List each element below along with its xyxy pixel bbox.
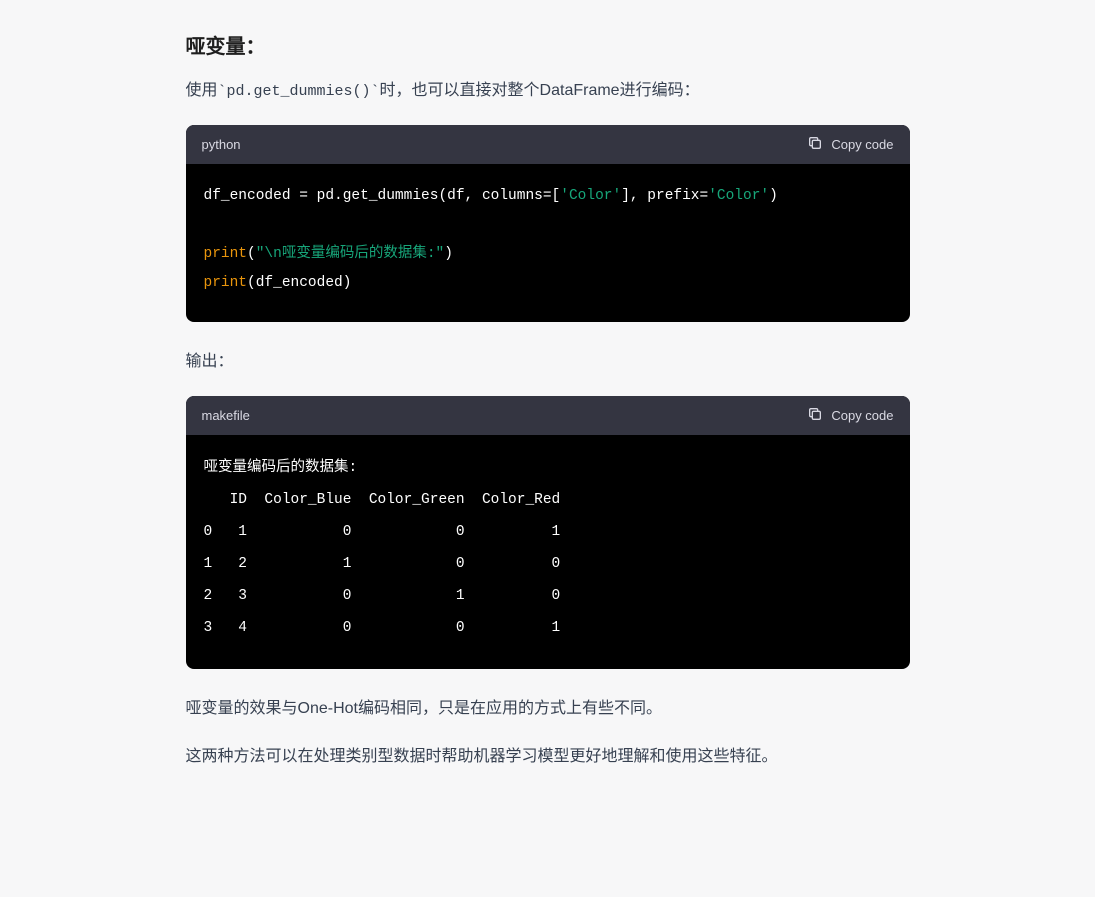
inline-code: `pd.get_dummies()`	[218, 83, 380, 100]
output-label: 输出：	[186, 348, 910, 376]
paragraph-3: 这两种方法可以在处理类别型数据时帮助机器学习模型更好地理解和使用这些特征。	[186, 743, 910, 771]
lang-label: makefile	[202, 408, 250, 423]
code-content: df_encoded = pd.get_dummies(df, columns=…	[186, 164, 910, 322]
lang-label: python	[202, 137, 241, 152]
intro-text-pre: 使用	[186, 82, 218, 99]
copy-code-label: Copy code	[831, 408, 893, 423]
intro-paragraph: 使用`pd.get_dummies()`时，也可以直接对整个DataFrame进…	[186, 77, 910, 105]
code-block-header: python Copy code	[186, 125, 910, 164]
code-block-output: makefile Copy code 哑变量编码后的数据集: ID Color_…	[186, 396, 910, 668]
copy-code-button[interactable]: Copy code	[807, 135, 893, 154]
code-block-header: makefile Copy code	[186, 396, 910, 435]
copy-code-button[interactable]: Copy code	[807, 406, 893, 425]
output-content: 哑变量编码后的数据集: ID Color_Blue Color_Green Co…	[186, 435, 910, 668]
intro-text-post: 时，也可以直接对整个DataFrame进行编码：	[380, 82, 700, 99]
clipboard-icon	[807, 406, 823, 425]
section-heading: 哑变量：	[186, 30, 910, 59]
content-container: 哑变量： 使用`pd.get_dummies()`时，也可以直接对整个DataF…	[98, 0, 998, 831]
paragraph-2: 哑变量的效果与One-Hot编码相同，只是在应用的方式上有些不同。	[186, 695, 910, 723]
code-block-python: python Copy code df_encoded = pd.get_dum…	[186, 125, 910, 322]
copy-code-label: Copy code	[831, 137, 893, 152]
clipboard-icon	[807, 135, 823, 154]
